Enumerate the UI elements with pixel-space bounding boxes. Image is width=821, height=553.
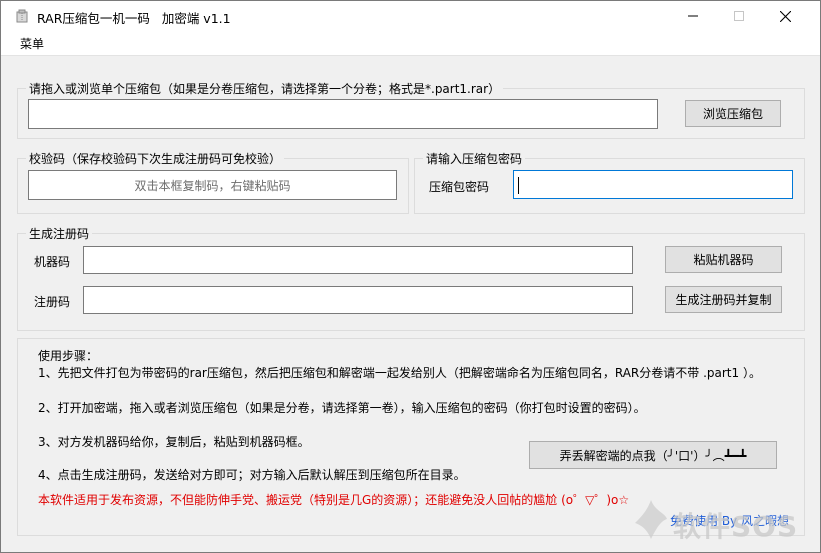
notice-text: 本软件适用于发布资源，不但能防伸手党、搬运党（特别是几G的资源）；还能避免没人回…: [38, 493, 630, 507]
maximize-button: [716, 1, 762, 31]
password-group-title: 请输入压缩包密码: [423, 150, 526, 167]
register-group-title: 生成注册码: [26, 225, 93, 242]
watermark-logo-icon: [635, 500, 667, 539]
register-code-label: 注册码: [34, 295, 71, 309]
instruction-step: 4、点击生成注册码，发送给对方即可；对方输入后默认解压到压缩包所在目录。: [38, 468, 466, 482]
archive-group-title: 请拖入或浏览单个压缩包（如果是分卷压缩包，请选择第一个分卷；格式是*.part1…: [26, 80, 504, 97]
app-window: RAR压缩包一机一码 加密端 v1.1 菜单 请拖入或浏览单个压缩包（如果是分卷…: [0, 0, 821, 553]
archive-path-field[interactable]: [28, 99, 658, 129]
paste-machine-code-button[interactable]: 粘贴机器码: [665, 246, 782, 273]
register-code-field[interactable]: [83, 286, 633, 314]
app-icon: [16, 9, 28, 23]
generate-register-code-button[interactable]: 生成注册码并复制: [665, 286, 782, 313]
menu-item-menu[interactable]: 菜单: [20, 35, 44, 52]
text-caret: [518, 177, 519, 194]
instruction-step: 3、对方发机器码给你，复制后，粘贴到机器码框。: [38, 435, 310, 449]
minimize-button[interactable]: [670, 1, 716, 31]
machine-code-field[interactable]: [83, 246, 633, 274]
close-icon: [779, 10, 791, 22]
menu-bar: 菜单: [1, 31, 820, 56]
maximize-icon: [734, 11, 744, 21]
title-bar[interactable]: RAR压缩包一机一码 加密端 v1.1: [1, 1, 820, 31]
watermark-text: 软件SOS: [673, 510, 799, 543]
password-field[interactable]: [513, 170, 793, 199]
instruction-step: 2、打开加密端，拖入或者浏览压缩包（如果是分卷，请选择第一卷），输入压缩包的密码…: [38, 401, 646, 415]
lost-decryptor-button[interactable]: 弄丢解密端的点我（╯'口'）╯︵┻━┻: [529, 441, 777, 469]
password-label: 压缩包密码: [429, 180, 490, 194]
instructions-heading: 使用步骤：: [38, 349, 99, 363]
window-title: RAR压缩包一机一码 加密端 v1.1: [37, 11, 231, 26]
minimize-icon: [688, 15, 698, 17]
checksum-hint: 双击本框复制码，右键粘贴码: [134, 179, 291, 193]
checksum-group-title: 校验码（保存校验码下次生成注册码可免校验）: [26, 150, 285, 167]
instruction-step: 1、先把文件打包为带密码的rar压缩包，然后把压缩包和解密端一起发给别人（把解密…: [38, 366, 761, 380]
machine-code-label: 机器码: [34, 255, 71, 269]
watermark: 软件SOS: [631, 497, 817, 547]
close-button[interactable]: [762, 1, 808, 31]
browse-archive-button[interactable]: 浏览压缩包: [685, 100, 781, 127]
checksum-field[interactable]: 双击本框复制码，右键粘贴码: [28, 170, 397, 200]
